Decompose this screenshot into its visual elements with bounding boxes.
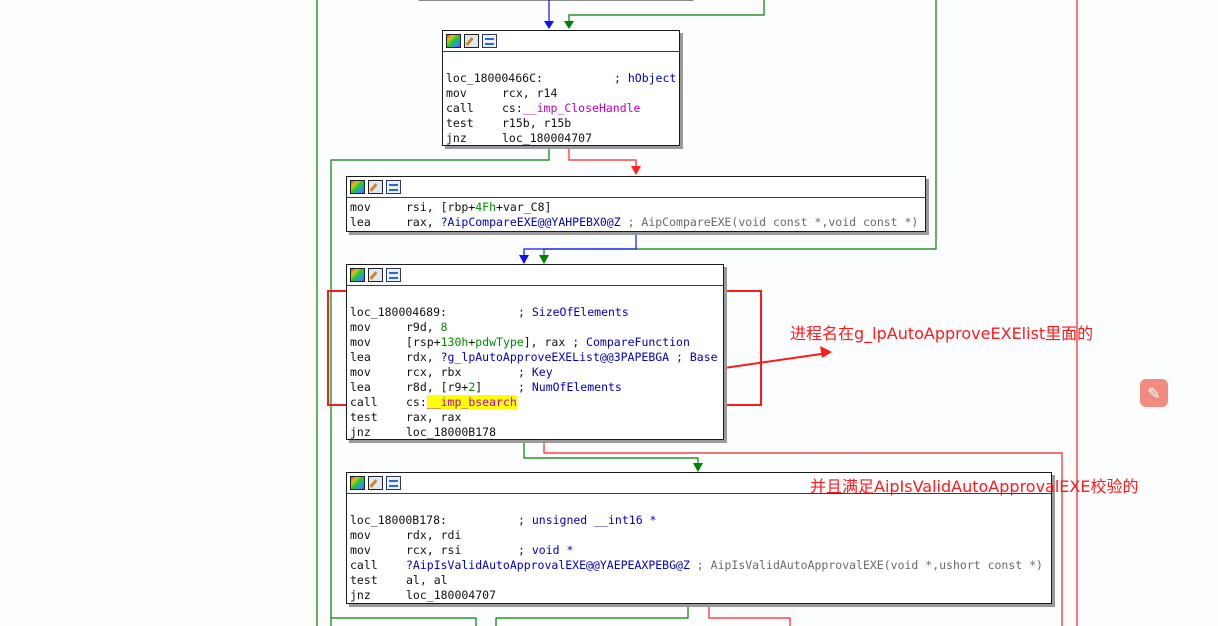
edge-merge-green bbox=[331, 617, 477, 626]
operand: r15b, r15b bbox=[502, 116, 572, 130]
operand: rsi, [rbp+ bbox=[406, 200, 476, 214]
annotation-arrow-1 bbox=[723, 352, 829, 369]
graph-overview-icon[interactable] bbox=[446, 34, 461, 48]
operand: r9d, bbox=[406, 320, 441, 334]
operand: rax, bbox=[406, 215, 441, 229]
code-label[interactable]: loc_18000466C: bbox=[446, 71, 614, 86]
code-block-compare[interactable]: mov rsi, [rbp+4Fh+var_C8] lea rax, ?AipCom… bbox=[346, 176, 926, 232]
xrefs-graph-icon[interactable] bbox=[386, 268, 401, 282]
operand: rcx, rbx bbox=[406, 365, 462, 379]
edit-node-icon[interactable] bbox=[464, 34, 479, 48]
edge-arrow bbox=[631, 166, 641, 175]
code-label[interactable]: loc_18000B178: bbox=[350, 513, 518, 528]
operand: cs: bbox=[502, 101, 523, 115]
xrefs-graph-icon[interactable] bbox=[482, 34, 497, 48]
stack-var[interactable]: pdwType bbox=[475, 335, 523, 349]
code-comment: ; hObject bbox=[614, 71, 677, 85]
mnemonic: mov bbox=[350, 200, 371, 214]
node-header bbox=[347, 177, 925, 198]
mnemonic: lea bbox=[350, 380, 371, 394]
mnemonic: mov bbox=[350, 320, 371, 334]
immediate: 8 bbox=[440, 320, 448, 334]
mnemonic: test bbox=[350, 573, 378, 587]
code-comment: ; unsigned __int16 * bbox=[518, 513, 657, 527]
code-comment: ; Base bbox=[669, 350, 718, 364]
global-symbol[interactable]: ?g_lpAutoApproveEXEList@@3PAPEBGA bbox=[441, 350, 669, 364]
mnemonic: test bbox=[350, 410, 378, 424]
mnemonic: mov bbox=[446, 86, 467, 100]
operand: ] bbox=[475, 380, 483, 394]
graph-overview-icon[interactable] bbox=[350, 476, 365, 490]
arrowhead bbox=[820, 346, 832, 358]
edge-arrow bbox=[693, 463, 703, 472]
code-comment: ; AipCompareEXE(void const *,void const … bbox=[620, 215, 919, 229]
graph-overview-icon[interactable] bbox=[350, 268, 365, 282]
edge-b2-blue bbox=[523, 232, 637, 263]
edit-node-icon[interactable] bbox=[368, 180, 383, 194]
code-comment: ; SizeOfElements bbox=[518, 305, 629, 319]
mnemonic: call bbox=[350, 395, 378, 409]
jump-target[interactable]: loc_180004707 bbox=[406, 588, 496, 602]
mnemonic: mov bbox=[350, 543, 371, 557]
operand: [rsp+ bbox=[406, 335, 441, 349]
mnemonic: call bbox=[350, 558, 378, 572]
edit-node-icon[interactable] bbox=[368, 476, 383, 490]
immediate: 4Fh bbox=[475, 200, 497, 214]
mnemonic: jnz bbox=[350, 588, 371, 602]
code-comment: ; AipIsValidAutoApprovalEXE(void *,ushor… bbox=[689, 558, 1043, 572]
edit-sparkle-icon[interactable]: ✎ bbox=[1140, 379, 1168, 407]
edge-top-green bbox=[568, 0, 765, 28]
mnemonic: jnz bbox=[350, 425, 371, 439]
function-symbol[interactable]: ?AipCompareEXE@@YAHPEBX0@Z bbox=[441, 215, 621, 229]
code-label[interactable]: loc_180004689: bbox=[350, 305, 518, 320]
edge-arrow bbox=[544, 21, 554, 29]
mnemonic: mov bbox=[350, 335, 371, 349]
edge-arrow bbox=[539, 255, 549, 264]
operand: al, al bbox=[406, 573, 448, 587]
mnemonic: jnz bbox=[446, 131, 467, 145]
operand: +var_C8] bbox=[496, 200, 552, 214]
code-comment: ; NumOfElements bbox=[518, 380, 622, 394]
mnemonic: lea bbox=[350, 350, 371, 364]
jump-target[interactable]: loc_18000B178 bbox=[406, 425, 496, 439]
mnemonic: call bbox=[446, 101, 474, 115]
graph-overview-icon[interactable] bbox=[350, 180, 365, 194]
operand: rcx, r14 bbox=[502, 86, 558, 100]
node-header bbox=[347, 265, 723, 286]
code-comment: ; Key bbox=[518, 365, 553, 379]
edge-arrow bbox=[564, 21, 574, 29]
xrefs-graph-icon[interactable] bbox=[386, 180, 401, 194]
operand: cs: bbox=[406, 395, 427, 409]
annotation-note-2: 并且满足AipIsValidAutoApprovalEXE校验的 bbox=[810, 477, 1139, 496]
mnemonic: lea bbox=[350, 215, 371, 229]
mnemonic: test bbox=[446, 116, 474, 130]
code-block-loc-18000466c[interactable]: loc_18000466C:; hObject mov rcx, r14 call… bbox=[442, 30, 680, 146]
jump-target[interactable]: loc_180004707 bbox=[502, 131, 592, 145]
operand: rdx, rdi bbox=[406, 528, 462, 542]
mnemonic: mov bbox=[350, 365, 371, 379]
annotation-note-1: 进程名在g_lpAutoApproveEXElist里面的 bbox=[790, 324, 1094, 343]
operand: rdx, bbox=[406, 350, 441, 364]
code-block-loc-180004689[interactable]: loc_180004689:; SizeOfElements mov r9d, 8… bbox=[346, 264, 724, 440]
node-header bbox=[443, 31, 679, 52]
operand: r8d, [r9+ bbox=[406, 380, 469, 394]
mnemonic: mov bbox=[350, 528, 371, 542]
code-comment: ; CompareFunction bbox=[565, 335, 690, 349]
edit-node-icon[interactable] bbox=[368, 268, 383, 282]
operand: ], rax bbox=[523, 335, 566, 349]
import-symbol[interactable]: __imp_CloseHandle bbox=[523, 101, 641, 115]
function-symbol[interactable]: ?AipIsValidAutoApprovalEXE@@YAEPEAXPEBG@… bbox=[406, 558, 690, 572]
xrefs-graph-icon[interactable] bbox=[386, 476, 401, 490]
operand: rcx, rsi bbox=[406, 543, 462, 557]
import-symbol[interactable]: __imp_bsearch bbox=[426, 395, 517, 409]
edge-arrow bbox=[519, 255, 529, 264]
operand: rax, rax bbox=[406, 410, 462, 424]
immediate: 130h bbox=[440, 335, 469, 349]
code-comment: ; void * bbox=[518, 543, 574, 557]
